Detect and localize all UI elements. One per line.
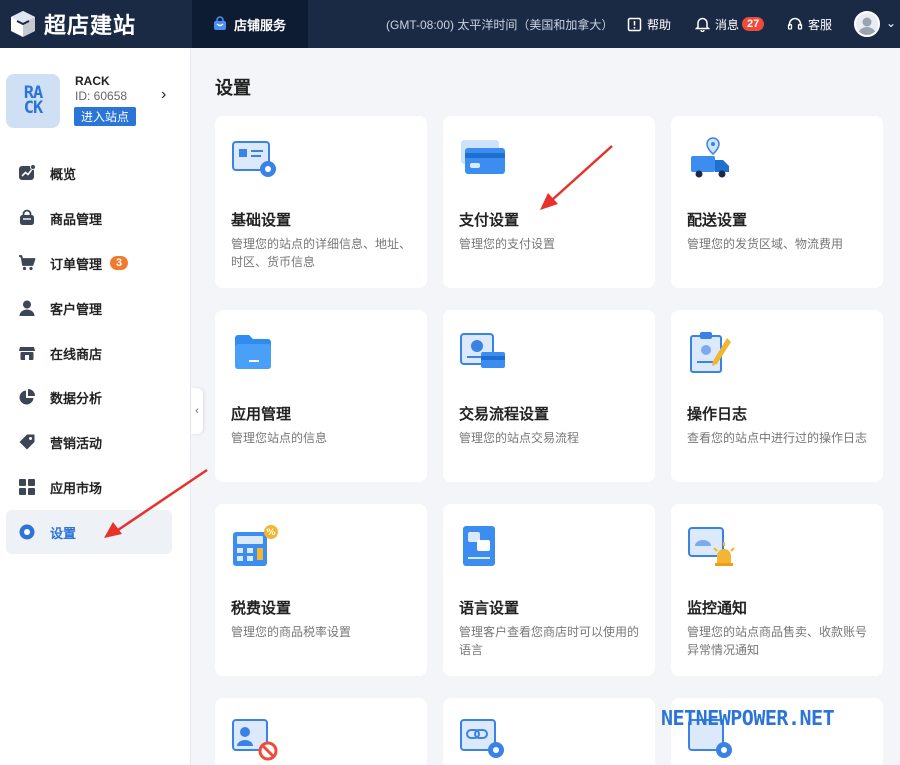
annotation-arrows: [104, 145, 613, 538]
arrow-to-settings-nav: [104, 468, 208, 538]
arrow-to-payment-settings: [540, 145, 613, 210]
